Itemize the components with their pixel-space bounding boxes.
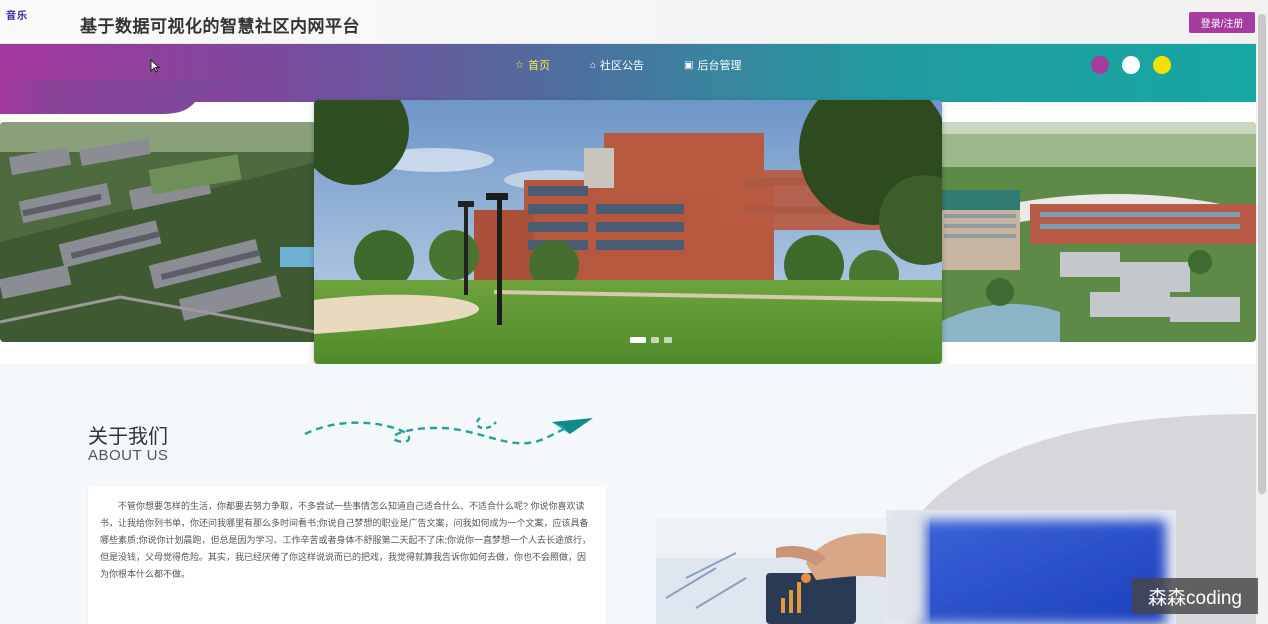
- star-icon: ☆: [515, 59, 524, 71]
- bag-icon: ⌂: [590, 59, 597, 71]
- scrollbar-thumb[interactable]: [1258, 14, 1266, 494]
- carousel-slide-next[interactable]: [940, 122, 1256, 342]
- nav-item-admin[interactable]: ▣ 后台管理: [684, 57, 741, 73]
- carousel-dot-1[interactable]: [630, 337, 646, 343]
- top-header: 音乐 基于数据可视化的智慧社区内网平台 登录/注册: [0, 0, 1268, 44]
- modern-campus-image: [940, 122, 1256, 342]
- paper-plane-icon: [304, 417, 593, 445]
- video-watermark: 森森coding: [1132, 578, 1258, 614]
- carousel-slide-prev[interactable]: [0, 122, 316, 342]
- theme-dot-purple[interactable]: [1091, 56, 1109, 74]
- page: 音乐 基于数据可视化的智慧社区内网平台 登录/注册 ☆ 首页 ⌂ 社区公告 ▣ …: [0, 0, 1268, 624]
- campus-building-image: [314, 100, 942, 364]
- theme-dot-yellow[interactable]: [1153, 56, 1171, 74]
- nav-item-home[interactable]: ☆ 首页: [515, 57, 550, 73]
- theme-dot-white[interactable]: [1122, 56, 1140, 74]
- archive-icon: ▣: [684, 59, 694, 71]
- music-toggle[interactable]: 音乐: [6, 7, 28, 22]
- nav-item-label: 社区公告: [600, 60, 645, 72]
- carousel-dot-3[interactable]: [664, 337, 672, 343]
- about-title: 关于我们: [88, 426, 168, 448]
- carousel-slide-active[interactable]: [314, 100, 942, 364]
- site-title: 基于数据可视化的智慧社区内网平台: [80, 17, 360, 36]
- mouse-cursor-icon: [150, 59, 160, 73]
- login-register-button[interactable]: 登录/注册: [1189, 12, 1255, 33]
- carousel-dot-2[interactable]: [651, 337, 659, 343]
- tech-hand-image: [656, 518, 888, 624]
- nav-item-label: 后台管理: [697, 60, 742, 72]
- nav-item-label: 首页: [527, 60, 550, 72]
- nav-item-announcements[interactable]: ⌂ 社区公告: [590, 57, 644, 73]
- aerial-campus-image: [0, 122, 316, 342]
- about-subtitle: ABOUT US: [88, 447, 169, 464]
- about-body-text: 不管你想要怎样的生活，你都要去努力争取，不多尝试一些事情怎么知道自己适合什么、不…: [100, 501, 592, 579]
